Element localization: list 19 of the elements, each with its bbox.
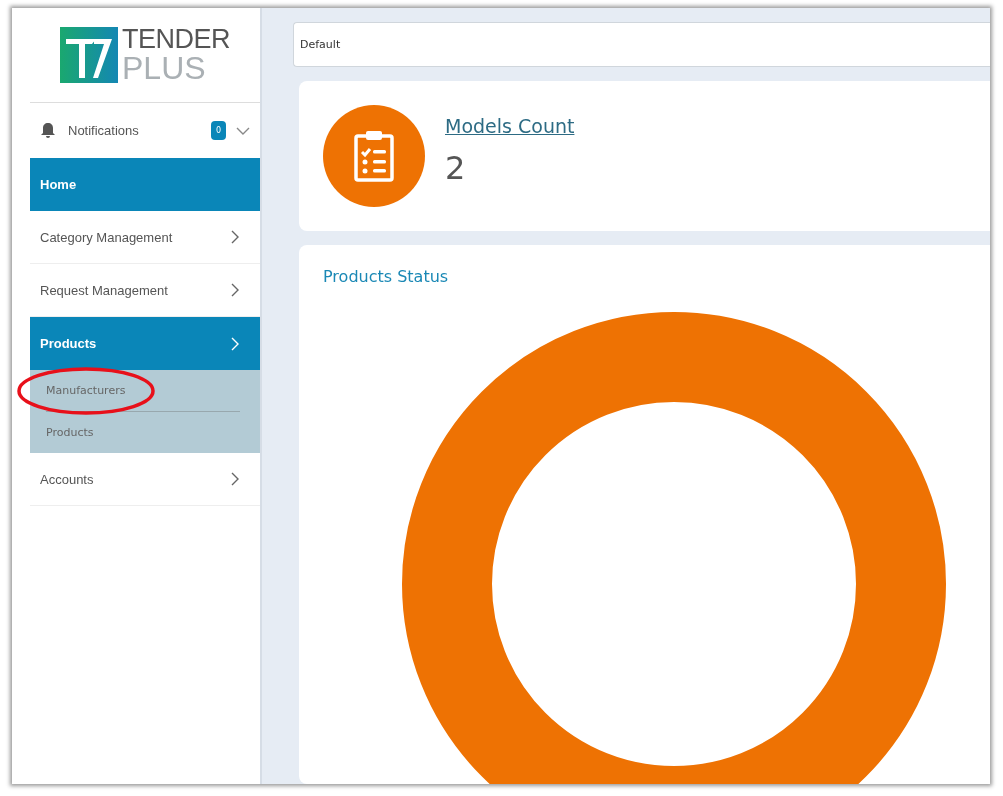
notification-count: 0 bbox=[210, 121, 226, 140]
chevron-icon bbox=[230, 336, 240, 351]
logo-icon bbox=[60, 27, 118, 83]
chevron-icon bbox=[236, 125, 250, 136]
logo-text: PLUS bbox=[122, 52, 207, 83]
chevron-icon bbox=[230, 472, 240, 486]
nav-item[interactable]: Products bbox=[30, 317, 260, 370]
submenu-item[interactable]: Products bbox=[46, 412, 240, 453]
chart-title: Products Status bbox=[323, 267, 449, 286]
filter-field[interactable]: Default bbox=[293, 22, 990, 67]
chevron-icon bbox=[230, 283, 240, 297]
bell-icon bbox=[40, 122, 56, 139]
models-count-value: 2 bbox=[445, 149, 467, 187]
models-count-link[interactable]: Models Count bbox=[445, 115, 575, 137]
logo-text: TENDER bbox=[122, 27, 230, 53]
submenu-item[interactable]: Manufacturers bbox=[46, 370, 240, 412]
nav-item[interactable]: Home bbox=[30, 158, 260, 211]
chevron-icon bbox=[230, 230, 240, 244]
notifications-label[interactable]: Notifications bbox=[68, 123, 199, 138]
